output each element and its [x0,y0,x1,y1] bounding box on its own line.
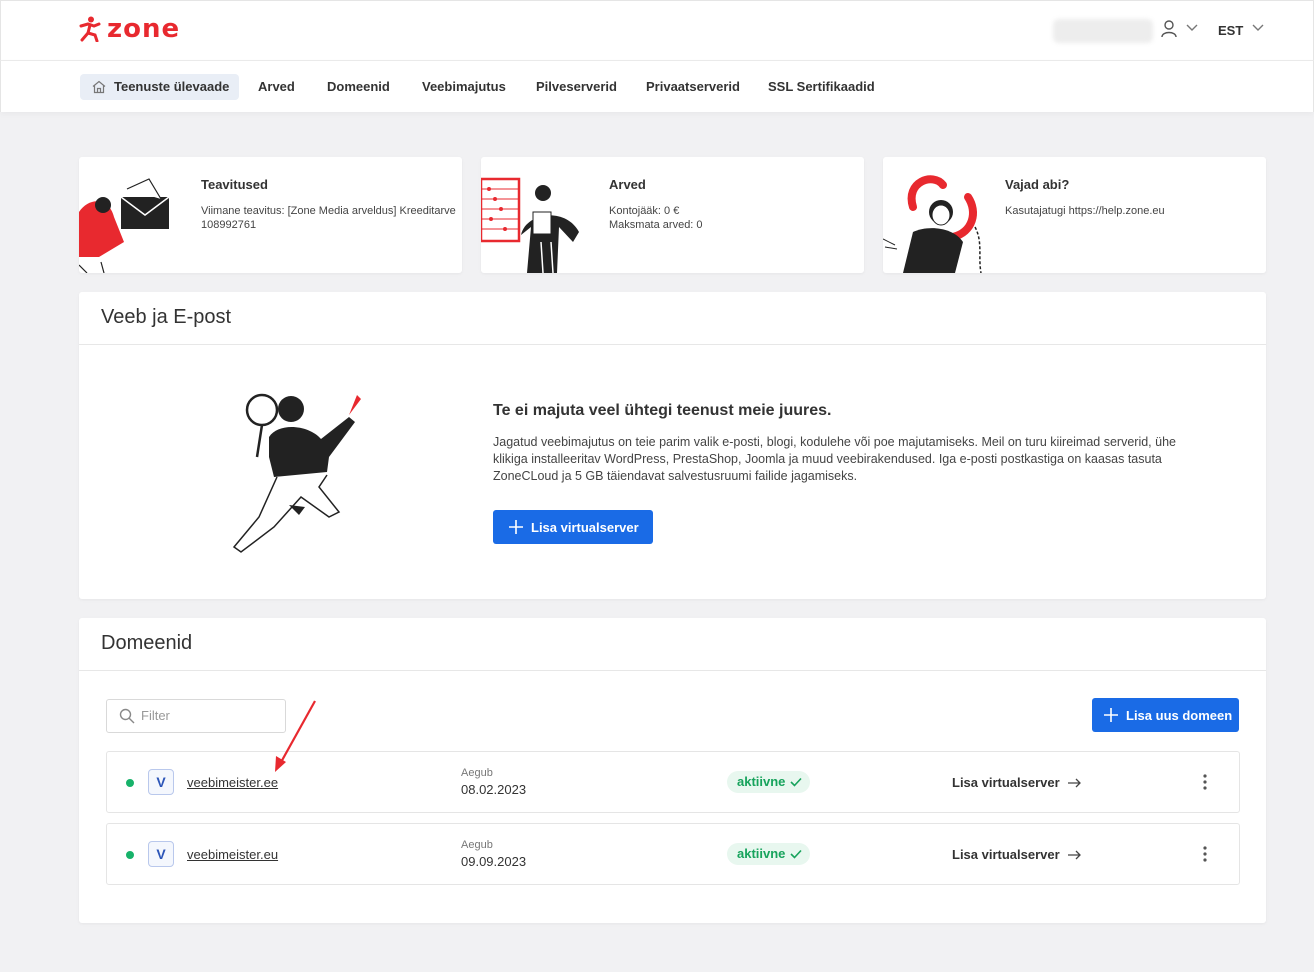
home-icon [92,80,106,94]
unpaid-invoices: Maksmata arved: 0 [609,219,703,231]
add-virtual-server-link[interactable]: Lisa virtualserver [952,847,1081,862]
active-status-dot [126,779,134,787]
domains-section: Domeenid Lisa uus domeen V veebimeister.… [79,618,1266,923]
more-options-icon[interactable] [1203,774,1207,790]
web-email-section: Veeb ja E-post Te ei majuta veel ühtegi … [79,292,1266,599]
tab-services-overview[interactable]: Teenuste ülevaade [80,74,240,100]
help-card[interactable]: Vajad abi? Kasutajatugi https://help.zon… [883,157,1266,273]
tab-ssl-certificates[interactable]: SSL Sertifikaadid [768,74,875,100]
runner-logo-icon [79,16,101,42]
section-divider [79,344,1266,345]
section-divider [79,670,1266,671]
zone-logo[interactable]: zone [79,15,180,43]
notifications-card[interactable]: Teavitused Viimane teavitus: [Zone Media… [79,157,462,273]
card-title: Teavitused [201,177,268,192]
card-title: Arved [609,177,646,192]
domain-name-link[interactable]: veebimeister.ee [187,775,278,790]
status-badge: aktiivne [727,771,811,793]
tab-web-hosting[interactable]: Veebimajutus [422,74,506,100]
language-selector[interactable]: EST [1218,23,1243,38]
annotation-arrow-icon [275,700,316,772]
check-icon [790,849,803,859]
active-status-dot [126,851,134,859]
tab-domains[interactable]: Domeenid [327,74,390,100]
chevron-down-icon[interactable] [1252,24,1264,32]
domain-type-badge: V [148,769,174,795]
logo-text: zone [107,14,181,44]
arrow-right-icon [1067,778,1081,787]
tab-label: Teenuste ülevaade [114,79,230,94]
section-title: Domeenid [101,632,193,654]
tab-invoices[interactable]: Arved [258,74,295,100]
domain-row: V veebimeister.eu Aegub 09.09.2023 aktii… [106,823,1240,885]
top-bar: zone EST [0,0,1314,61]
card-title: Vajad abi? [1005,177,1070,192]
status-badge: aktiivne [727,843,811,865]
empty-state-title: Te ei majuta veel ühtegi teenust meie ju… [493,402,832,419]
chevron-down-icon[interactable] [1186,24,1198,32]
expires-date: 08.02.2023 [461,782,527,797]
card-text: Viimane teavitus: [Zone Media arveldus] … [201,205,456,231]
account-balance: Kontojääk: 0 € [609,205,680,217]
more-options-icon[interactable] [1203,846,1207,862]
expires-date: 09.09.2023 [461,854,527,869]
link-label: Lisa virtualserver [952,775,1060,790]
plus-icon [1104,708,1118,722]
main-nav: Teenuste ülevaade Arved Domeenid Veebima… [0,61,1314,112]
search-person-illustration-icon [232,393,361,553]
add-virtual-server-link[interactable]: Lisa virtualserver [952,775,1081,790]
domain-type-badge: V [148,841,174,867]
status-label: aktiivne [737,846,786,861]
button-label: Lisa uus domeen [1126,707,1233,723]
user-icon[interactable] [1161,20,1177,38]
user-name-blurred [1053,19,1153,43]
status-label: aktiivne [737,774,786,789]
search-icon [119,708,135,724]
expires-label: Aegub [461,839,493,851]
check-icon [790,777,803,787]
link-label: Lisa virtualserver [952,847,1060,862]
help-link-text[interactable]: Kasutajatugi https://help.zone.eu [1005,204,1165,218]
plus-icon [509,520,523,534]
add-new-domain-button[interactable]: Lisa uus domeen [1092,698,1239,732]
domain-filter-field[interactable] [106,699,286,733]
filter-input[interactable] [141,708,281,723]
expires-label: Aegub [461,767,493,779]
support-illustration-icon [883,175,982,273]
section-title: Veeb ja E-post [101,306,232,328]
notification-illustration-icon [79,178,170,273]
add-virtual-server-button[interactable]: Lisa virtualserver [493,510,653,544]
abacus-illustration-icon [481,177,579,273]
button-label: Lisa virtualserver [531,519,639,535]
tab-cloud-servers[interactable]: Pilveserverid [536,74,617,100]
domain-name-link[interactable]: veebimeister.eu [187,847,278,862]
invoices-card[interactable]: Arved Kontojääk: 0 € Maksmata arved: 0 [481,157,864,273]
arrow-right-icon [1067,850,1081,859]
empty-state-description: Jagatud veebimajutus on teie parim valik… [493,435,1176,483]
tab-private-servers[interactable]: Privaatserverid [646,74,740,100]
